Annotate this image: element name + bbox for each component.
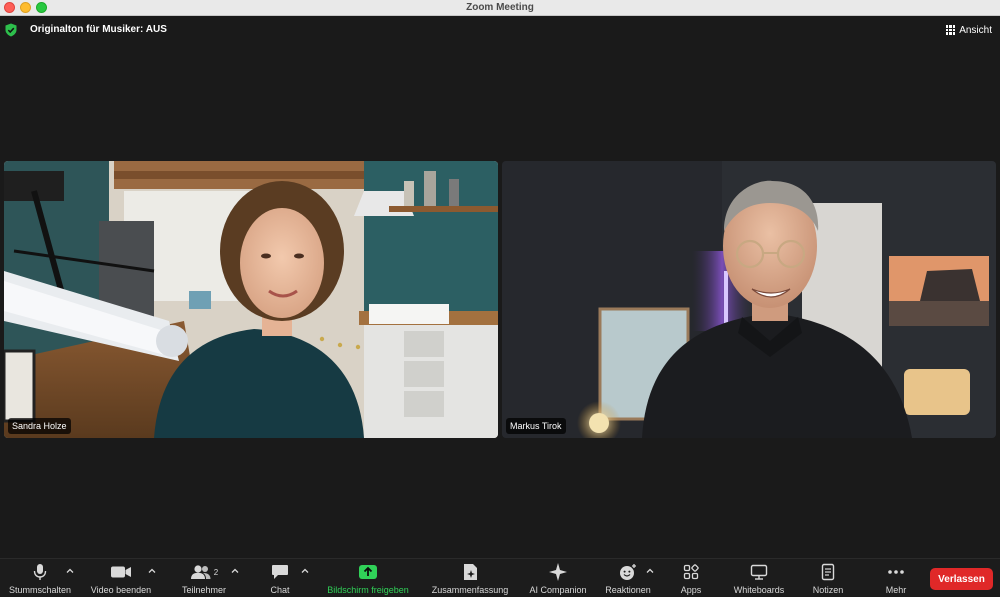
apps-icon <box>683 564 699 580</box>
summary-label: Zusammenfassung <box>431 585 509 595</box>
participant-video <box>502 161 996 438</box>
view-label: Ansicht <box>959 24 992 36</box>
video-tile-markus-tirok[interactable]: Markus Tirok <box>502 161 996 438</box>
shield-check-icon[interactable] <box>4 23 18 37</box>
participants-label: Teilnehmer <box>181 585 227 595</box>
share-screen-icon <box>359 565 377 579</box>
participants-icon <box>190 565 211 579</box>
more-dots-icon <box>888 570 904 574</box>
reactions-button[interactable]: Reaktionen <box>605 559 651 597</box>
notes-label: Notizen <box>812 585 844 595</box>
ai-companion-button[interactable]: AI Companion <box>529 559 587 597</box>
whiteboards-button[interactable]: Whiteboards <box>734 559 784 597</box>
view-button[interactable]: Ansicht <box>946 17 992 43</box>
share-screen-button[interactable]: Bildschirm freigeben <box>327 559 409 597</box>
original-audio-status[interactable]: Originalton für Musiker: AUS <box>30 17 167 43</box>
participants-count: 2 <box>213 567 219 577</box>
notes-icon <box>821 563 835 581</box>
apps-label: Apps <box>680 585 702 595</box>
whiteboards-label: Whiteboards <box>733 585 785 595</box>
audio-options-caret-icon[interactable] <box>66 567 74 575</box>
chat-button[interactable]: Chat <box>262 559 298 597</box>
window-title: Zoom Meeting <box>466 2 534 13</box>
summary-button[interactable]: Zusammenfassung <box>432 559 508 597</box>
sparkle-icon <box>549 563 567 581</box>
chat-options-caret-icon[interactable] <box>301 567 309 575</box>
whiteboard-icon <box>750 564 768 580</box>
leave-meeting-button[interactable]: Verlassen <box>930 568 993 590</box>
stop-video-button[interactable]: Video beenden <box>91 559 151 597</box>
apps-button[interactable]: Apps <box>674 559 708 597</box>
document-summary-icon <box>464 564 477 580</box>
participants-button[interactable]: 2 Teilnehmer <box>182 559 226 597</box>
participant-name-tag: Markus Tirok <box>506 418 566 434</box>
more-label: Mehr <box>885 585 907 595</box>
microphone-icon <box>33 564 47 580</box>
meeting-top-bar: Originalton für Musiker: AUS Ansicht <box>0 17 1000 43</box>
mute-button[interactable]: Stummschalten <box>9 559 71 597</box>
emoji-reaction-icon <box>620 564 636 580</box>
notes-button[interactable]: Notizen <box>810 559 846 597</box>
video-tile-sandra-holze[interactable]: Sandra Holze <box>4 161 498 438</box>
chat-label: Chat <box>270 585 290 595</box>
participant-name-tag: Sandra Holze <box>8 418 71 434</box>
meeting-toolbar: Stummschalten Video beenden 2 Teilnehmer <box>0 558 1000 596</box>
grid-view-icon <box>946 25 956 35</box>
window-titlebar: Zoom Meeting <box>0 0 1000 16</box>
more-button[interactable]: Mehr <box>878 559 914 597</box>
mute-label: Stummschalten <box>8 585 72 595</box>
video-camera-icon <box>111 566 131 578</box>
participant-video <box>4 161 498 438</box>
video-options-caret-icon[interactable] <box>148 567 156 575</box>
participants-options-caret-icon[interactable] <box>231 567 239 575</box>
reactions-options-caret-icon[interactable] <box>646 567 654 575</box>
share-screen-label: Bildschirm freigeben <box>327 585 409 595</box>
chat-bubble-icon <box>272 565 288 579</box>
stop-video-label: Video beenden <box>90 585 152 595</box>
